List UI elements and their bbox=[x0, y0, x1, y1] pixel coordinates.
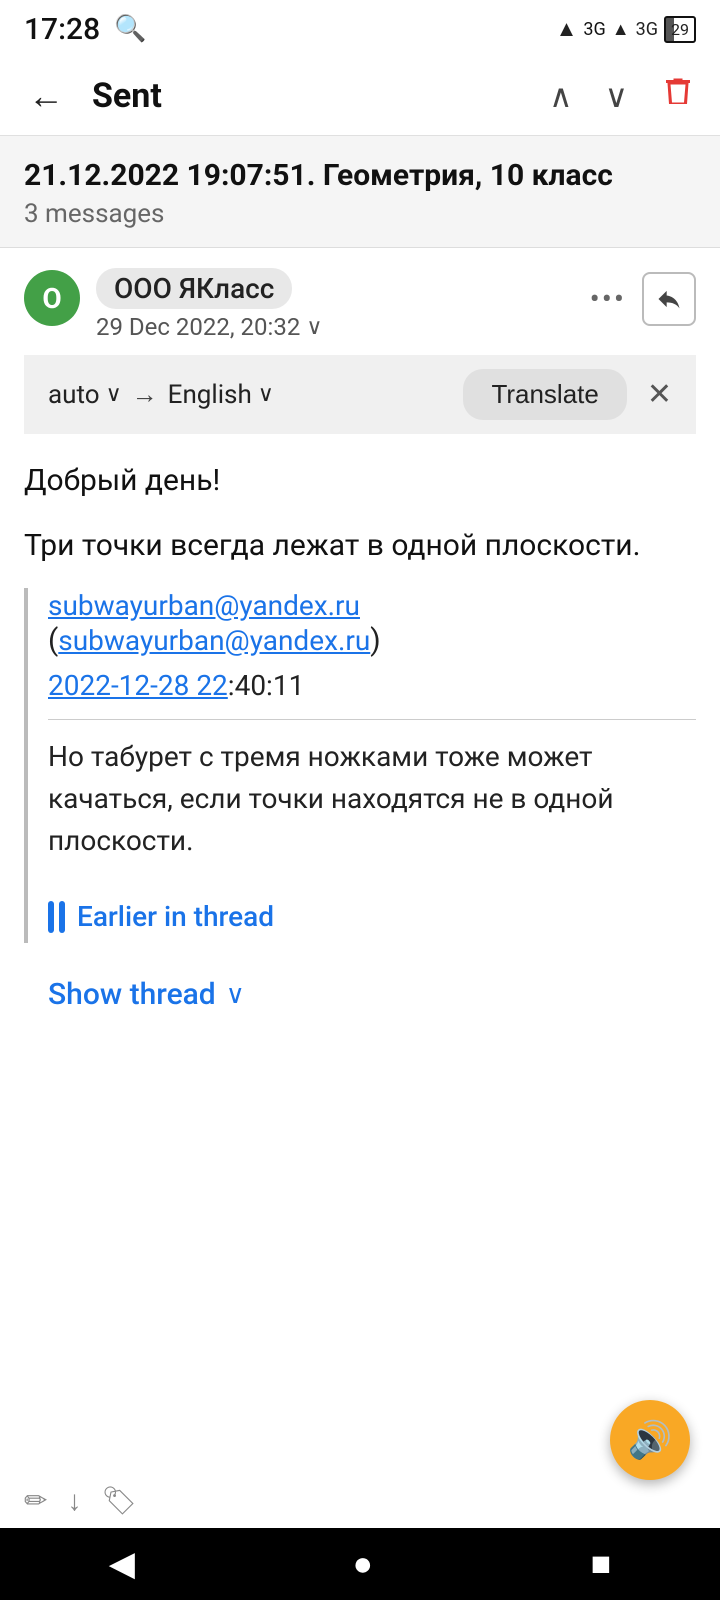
back-button[interactable]: ← bbox=[20, 67, 72, 125]
show-thread-button[interactable]: Show thread ∨ bbox=[24, 963, 696, 1026]
quoted-text: Но табурет с тремя ножками тоже может ка… bbox=[48, 736, 696, 862]
nav-back-button[interactable]: ◀ bbox=[89, 1536, 155, 1592]
nav-home-button[interactable]: ● bbox=[333, 1536, 394, 1592]
thread-header: 21.12.2022 19:07:51. Геометрия, 10 класс… bbox=[0, 136, 720, 248]
reply-button[interactable] bbox=[642, 272, 696, 326]
to-lang-selector[interactable]: English ∨ bbox=[168, 380, 274, 410]
to-lang-label: English bbox=[168, 380, 252, 410]
thread-title: 21.12.2022 19:07:51. Геометрия, 10 класс bbox=[24, 158, 696, 193]
email-body: Добрый день! Три точки всегда лежат в од… bbox=[0, 434, 720, 1026]
archive-icon: ↓ bbox=[67, 1484, 81, 1517]
compose-icon: ✏ bbox=[24, 1484, 47, 1517]
earlier-in-thread-button[interactable]: Earlier in thread bbox=[48, 890, 696, 943]
translate-close-button[interactable]: ✕ bbox=[647, 377, 672, 412]
search-status-icon: 🔍 bbox=[114, 14, 146, 44]
navigation-bar: ◀ ● ■ bbox=[0, 1528, 720, 1600]
earlier-in-thread-label: Earlier in thread bbox=[77, 900, 274, 933]
translate-arrow-icon: → bbox=[132, 379, 158, 410]
quoted-meta: subwayurban@yandex.ru (subwayurban@yande… bbox=[48, 588, 696, 703]
status-time: 17:28 bbox=[24, 12, 100, 47]
battery-level: 29 bbox=[671, 20, 689, 39]
quoted-divider bbox=[48, 719, 696, 720]
delete-button[interactable] bbox=[656, 70, 700, 122]
battery-icon: 29 bbox=[664, 16, 696, 43]
sender-chip[interactable]: ООО ЯКласс bbox=[96, 268, 292, 309]
more-options-button[interactable]: ••• bbox=[590, 282, 626, 317]
from-lang-selector[interactable]: auto ∨ bbox=[48, 380, 122, 410]
bottom-toolbar-hint: ✏ ↓ 🏷 bbox=[0, 1472, 720, 1528]
quoted-date-link[interactable]: 2022-12-28 22 bbox=[48, 669, 228, 702]
email-greeting: Добрый день! bbox=[24, 458, 696, 503]
signal-icon: 3G bbox=[583, 19, 605, 40]
show-thread-chevron-icon: ∨ bbox=[226, 980, 245, 1010]
to-lang-chevron-icon: ∨ bbox=[258, 382, 274, 407]
audio-fab-button[interactable]: 🔊 bbox=[610, 1400, 690, 1480]
app-bar: ← Sent ∧ ∨ bbox=[0, 56, 720, 136]
from-lang-label: auto bbox=[48, 380, 100, 410]
nav-recent-button[interactable]: ■ bbox=[571, 1536, 632, 1592]
show-thread-label: Show thread bbox=[48, 977, 216, 1012]
thread-count: 3 messages bbox=[24, 199, 696, 229]
sender-actions: ••• bbox=[590, 272, 696, 326]
from-lang-chevron-icon: ∨ bbox=[106, 382, 122, 407]
label-icon: 🏷 bbox=[101, 1484, 137, 1517]
speaker-icon: 🔊 bbox=[628, 1419, 673, 1461]
earlier-bars-icon bbox=[48, 901, 65, 933]
quoted-email-paren-link[interactable]: subwayurban@yandex.ru bbox=[58, 624, 370, 657]
navigate-down-button[interactable]: ∨ bbox=[601, 73, 632, 119]
quoted-date-plain: :40:11 bbox=[228, 669, 305, 702]
sender-info: ООО ЯКласс 29 Dec 2022, 20:32 ∨ bbox=[96, 268, 574, 341]
translate-button[interactable]: Translate bbox=[463, 369, 626, 420]
sender-avatar: O bbox=[24, 270, 80, 326]
sender-date: 29 Dec 2022, 20:32 ∨ bbox=[96, 313, 574, 341]
translate-bar: auto ∨ → English ∨ Translate ✕ bbox=[24, 355, 696, 434]
wifi-icon: ▲ bbox=[556, 16, 578, 42]
signal2-icon: ▲ bbox=[612, 19, 630, 40]
app-bar-title: Sent bbox=[92, 76, 545, 116]
email-main-text: Три точки всегда лежат в одной плоскости… bbox=[24, 523, 696, 568]
navigate-up-button[interactable]: ∧ bbox=[545, 73, 576, 119]
status-bar: 17:28 🔍 ▲ 3G ▲ 3G 29 bbox=[0, 0, 720, 56]
email-card: O ООО ЯКласс 29 Dec 2022, 20:32 ∨ ••• au… bbox=[0, 248, 720, 434]
quoted-block: subwayurban@yandex.ru (subwayurban@yande… bbox=[24, 588, 696, 943]
status-icons: ▲ 3G ▲ 3G 29 bbox=[556, 16, 696, 43]
signal3-icon: 3G bbox=[636, 19, 658, 40]
date-dropdown-icon[interactable]: ∨ bbox=[306, 315, 322, 340]
app-bar-actions: ∧ ∨ bbox=[545, 70, 700, 122]
sender-row: O ООО ЯКласс 29 Dec 2022, 20:32 ∨ ••• bbox=[24, 268, 696, 341]
quoted-email-link[interactable]: subwayurban@yandex.ru bbox=[48, 589, 360, 622]
